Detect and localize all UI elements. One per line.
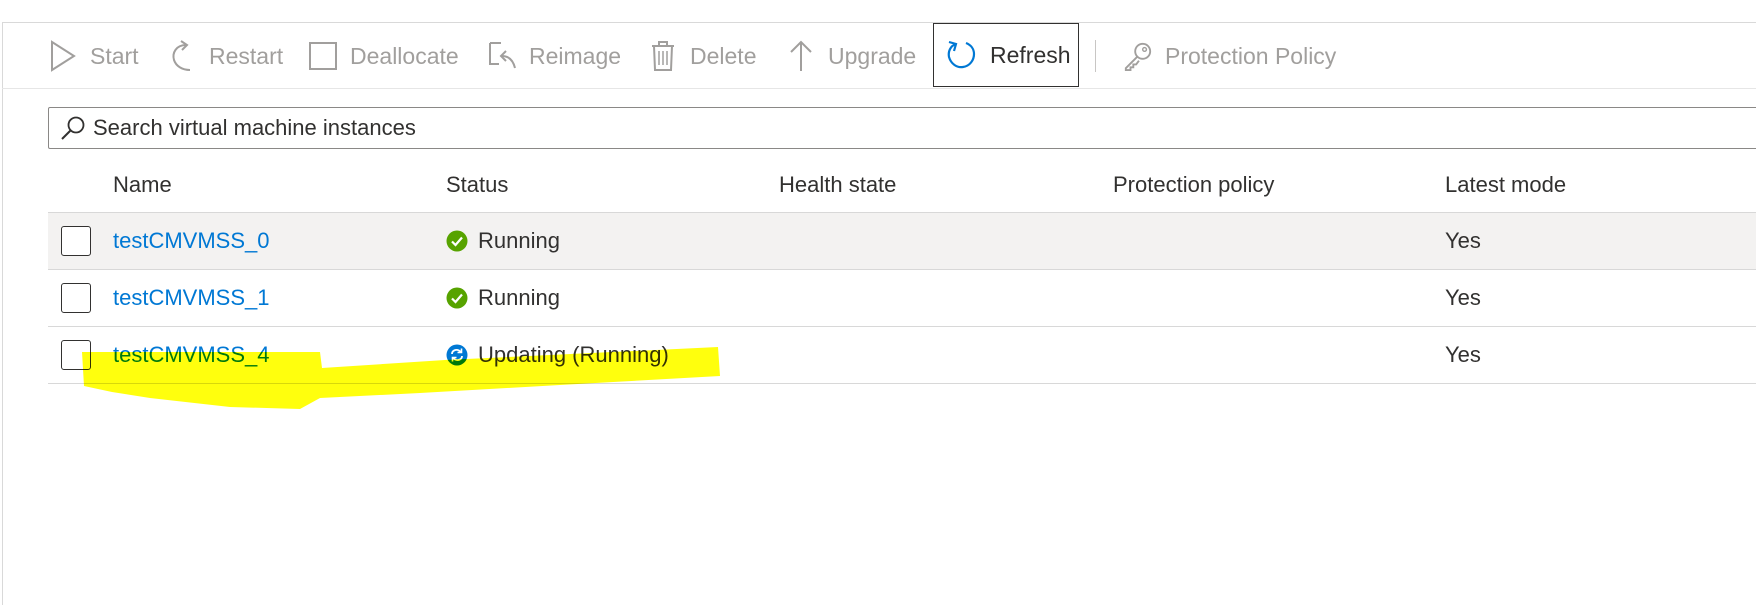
column-header-health-state[interactable]: Health state	[779, 158, 896, 212]
restart-label: Restart	[209, 42, 284, 69]
latest-model-cell: Yes	[1445, 285, 1481, 310]
status-text: Running	[478, 228, 560, 253]
success-check-icon	[446, 287, 468, 309]
arrow-up-icon	[786, 39, 816, 73]
deallocate-label: Deallocate	[350, 42, 459, 69]
table-header: Name Status Health state Protection poli…	[48, 158, 1756, 212]
column-header-name[interactable]: Name	[113, 158, 172, 212]
row-checkbox[interactable]	[61, 283, 91, 313]
stop-square-icon	[308, 39, 338, 73]
restart-icon	[167, 39, 197, 73]
instance-name-link[interactable]: testCMVMSS_0	[113, 213, 270, 269]
toolbar-divider	[2, 88, 1756, 89]
deallocate-button[interactable]: Deallocate	[308, 24, 459, 88]
delete-label: Delete	[690, 42, 757, 69]
table-row[interactable]: testCMVMSS_4 Updating (Running) Yes	[48, 326, 1756, 383]
status-cell: Running	[446, 270, 560, 326]
delete-button[interactable]: Delete	[648, 24, 756, 88]
protection-policy-button[interactable]: Protection Policy	[1123, 24, 1336, 88]
reimage-icon	[487, 39, 517, 73]
latest-model-cell: Yes	[1445, 342, 1481, 367]
search-input[interactable]	[93, 115, 993, 141]
table-bottom-border	[48, 383, 1756, 384]
row-checkbox[interactable]	[61, 340, 91, 370]
trash-icon	[648, 39, 678, 73]
instance-name-link[interactable]: testCMVMSS_1	[113, 270, 270, 326]
play-icon	[48, 39, 78, 73]
start-label: Start	[90, 42, 139, 69]
table-row[interactable]: testCMVMSS_0 Running Yes	[48, 212, 1756, 269]
table-row[interactable]: testCMVMSS_1 Running Yes	[48, 269, 1756, 326]
status-cell: Updating (Running)	[446, 327, 669, 383]
upgrade-button[interactable]: Upgrade	[786, 24, 916, 88]
key-icon	[1123, 39, 1153, 73]
refresh-button[interactable]: Refresh	[933, 23, 1079, 87]
reimage-button[interactable]: Reimage	[487, 24, 621, 88]
panel-left-border	[2, 22, 3, 605]
restart-button[interactable]: Restart	[167, 24, 283, 88]
start-button[interactable]: Start	[48, 24, 139, 88]
panel-top-border	[2, 22, 1756, 23]
status-cell: Running	[446, 213, 560, 269]
column-header-protection-policy[interactable]: Protection policy	[1113, 158, 1274, 212]
protection-policy-label: Protection Policy	[1165, 42, 1337, 69]
column-header-latest-model[interactable]: Latest mode	[1445, 158, 1566, 212]
upgrade-label: Upgrade	[828, 42, 917, 69]
updating-sync-icon	[446, 344, 468, 366]
vm-instances-panel: Start Restart Deallocate Reimage Delete …	[0, 0, 1756, 605]
search-icon	[59, 114, 87, 142]
status-text: Updating (Running)	[478, 342, 669, 367]
row-checkbox[interactable]	[61, 226, 91, 256]
toolbar-separator	[1095, 40, 1096, 72]
instance-name-link[interactable]: testCMVMSS_4	[113, 327, 270, 383]
refresh-label: Refresh	[990, 41, 1071, 68]
latest-model-cell: Yes	[1445, 228, 1481, 253]
search-box[interactable]	[48, 107, 1756, 149]
refresh-icon	[946, 38, 976, 72]
column-header-status[interactable]: Status	[446, 158, 508, 212]
status-text: Running	[478, 285, 560, 310]
reimage-label: Reimage	[529, 42, 622, 69]
success-check-icon	[446, 230, 468, 252]
